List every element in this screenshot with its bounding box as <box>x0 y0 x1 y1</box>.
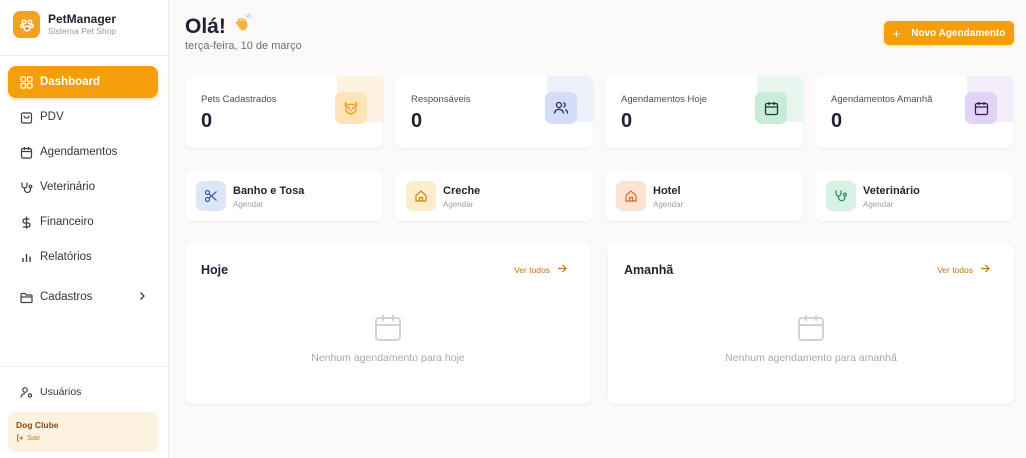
bar-chart-icon <box>19 250 33 264</box>
service-name: Creche <box>443 185 481 197</box>
brand-subtitle: Sistema Pet Shop <box>48 26 117 36</box>
sidebar-item-label: Usuários <box>40 386 82 398</box>
store-card: Dog Clube Sair <box>8 412 158 452</box>
waving-hand-icon <box>232 13 254 40</box>
sidebar-item-usuarios[interactable]: Usuários <box>8 377 158 407</box>
plus-icon: + <box>892 25 901 41</box>
stat-value: 0 <box>201 110 213 132</box>
grid-icon <box>19 75 33 89</box>
users-icon <box>545 92 577 124</box>
service-action: Agendar <box>233 200 264 209</box>
panel-hoje: Hoje Ver todos Nenhum agendamento para h… <box>185 243 591 404</box>
sidebar-divider <box>0 366 168 367</box>
view-all-link[interactable]: Ver todos <box>937 264 990 275</box>
sidebar-item-label: Veterinário <box>40 181 95 193</box>
stethoscope-icon <box>826 181 856 211</box>
view-all-link[interactable]: Ver todos <box>514 264 567 275</box>
view-all-label: Ver todos <box>937 264 973 275</box>
greeting-text: Olá! <box>185 14 226 38</box>
current-date: terça-feira, 10 de março <box>185 40 302 52</box>
sidebar-item-financeiro[interactable]: Financeiro <box>8 206 158 238</box>
service-card-veterinario[interactable]: Veterinário Agendar <box>815 171 1013 221</box>
service-action: Agendar <box>863 200 894 209</box>
stat-card-responsaveis: Responsáveis 0 <box>395 76 593 148</box>
sidebar-item-label: Cadastros <box>40 291 93 303</box>
panel-title: Amanhã <box>624 263 674 277</box>
home-icon <box>406 181 436 211</box>
service-name: Veterinário <box>863 185 920 197</box>
service-action: Agendar <box>443 200 474 209</box>
service-card-creche[interactable]: Creche Agendar <box>395 171 593 221</box>
sidebar-nav: Dashboard PDV Agendamentos Veterinário F… <box>8 66 158 316</box>
logout-icon <box>16 434 24 442</box>
paw-logo-icon <box>13 11 40 38</box>
view-all-label: Ver todos <box>514 264 550 275</box>
sidebar-item-label: Dashboard <box>40 76 101 88</box>
chevron-right-icon <box>138 291 146 304</box>
sidebar-item-relatorios[interactable]: Relatórios <box>8 241 158 273</box>
empty-state-text: Nenhum agendamento para hoje <box>311 352 465 364</box>
stat-value: 0 <box>411 110 423 132</box>
sidebar-item-label: Agendamentos <box>40 146 118 158</box>
stat-value: 0 <box>621 110 633 132</box>
shopping-bag-icon <box>19 110 33 124</box>
calendar-icon <box>19 145 33 159</box>
stat-card-agendamentos-hoje: Agendamentos Hoje 0 <box>605 76 803 148</box>
new-appointment-label: Novo Agendamento <box>911 27 1006 39</box>
calendar-icon <box>373 313 403 343</box>
page-title: Olá! <box>185 13 254 40</box>
empty-state-text: Nenhum agendamento para amanhã <box>725 352 897 364</box>
stat-label: Pets Cadastrados <box>201 94 277 105</box>
dollar-icon <box>19 215 33 229</box>
sidebar-item-agendamentos[interactable]: Agendamentos <box>8 136 158 168</box>
sidebar-item-veterinario[interactable]: Veterinário <box>8 171 158 203</box>
folder-icon <box>19 290 33 304</box>
panel-title: Hoje <box>201 263 229 277</box>
stat-label: Agendamentos Amanhã <box>831 94 933 105</box>
service-name: Hotel <box>653 185 681 197</box>
service-card-banho-tosa[interactable]: Banho e Tosa Agendar <box>185 171 383 221</box>
service-action: Agendar <box>653 200 684 209</box>
sidebar-item-dashboard[interactable]: Dashboard <box>8 66 158 98</box>
panel-amanha: Amanhã Ver todos Nenhum agendamento para… <box>608 243 1014 404</box>
brand[interactable]: PetManager Sistema Pet Shop <box>13 11 116 38</box>
sidebar-item-label: Financeiro <box>40 216 94 228</box>
stat-card-agendamentos-amanha: Agendamentos Amanhã 0 <box>815 76 1013 148</box>
calendar-icon <box>796 313 826 343</box>
stat-label: Agendamentos Hoje <box>621 94 708 105</box>
scissors-icon <box>196 181 226 211</box>
sidebar: PetManager Sistema Pet Shop Dashboard PD… <box>0 0 169 458</box>
logout-label: Sair <box>27 433 41 442</box>
service-name: Banho e Tosa <box>233 185 305 197</box>
stat-card-pets: Pets Cadastrados 0 <box>185 76 383 148</box>
sidebar-divider <box>0 55 168 56</box>
sidebar-item-pdv[interactable]: PDV <box>8 101 158 133</box>
home-icon <box>616 181 646 211</box>
stat-label: Responsáveis <box>411 94 471 105</box>
dog-face-icon <box>335 92 367 124</box>
store-name: Dog Clube <box>16 420 59 430</box>
sidebar-item-label: Relatórios <box>40 251 92 263</box>
arrow-right-icon <box>557 264 567 275</box>
sidebar-item-label: PDV <box>40 111 64 123</box>
brand-name: PetManager <box>48 12 117 26</box>
new-appointment-button[interactable]: + Novo Agendamento <box>884 21 1014 45</box>
calendar-icon <box>755 92 787 124</box>
arrow-right-icon <box>980 264 990 275</box>
service-card-hotel[interactable]: Hotel Agendar <box>605 171 803 221</box>
user-cog-icon <box>19 385 33 399</box>
sidebar-item-cadastros[interactable]: Cadastros <box>8 281 158 313</box>
stat-value: 0 <box>831 110 843 132</box>
stethoscope-icon <box>19 180 33 194</box>
calendar-icon <box>965 92 997 124</box>
logout-button[interactable]: Sair <box>16 433 150 442</box>
